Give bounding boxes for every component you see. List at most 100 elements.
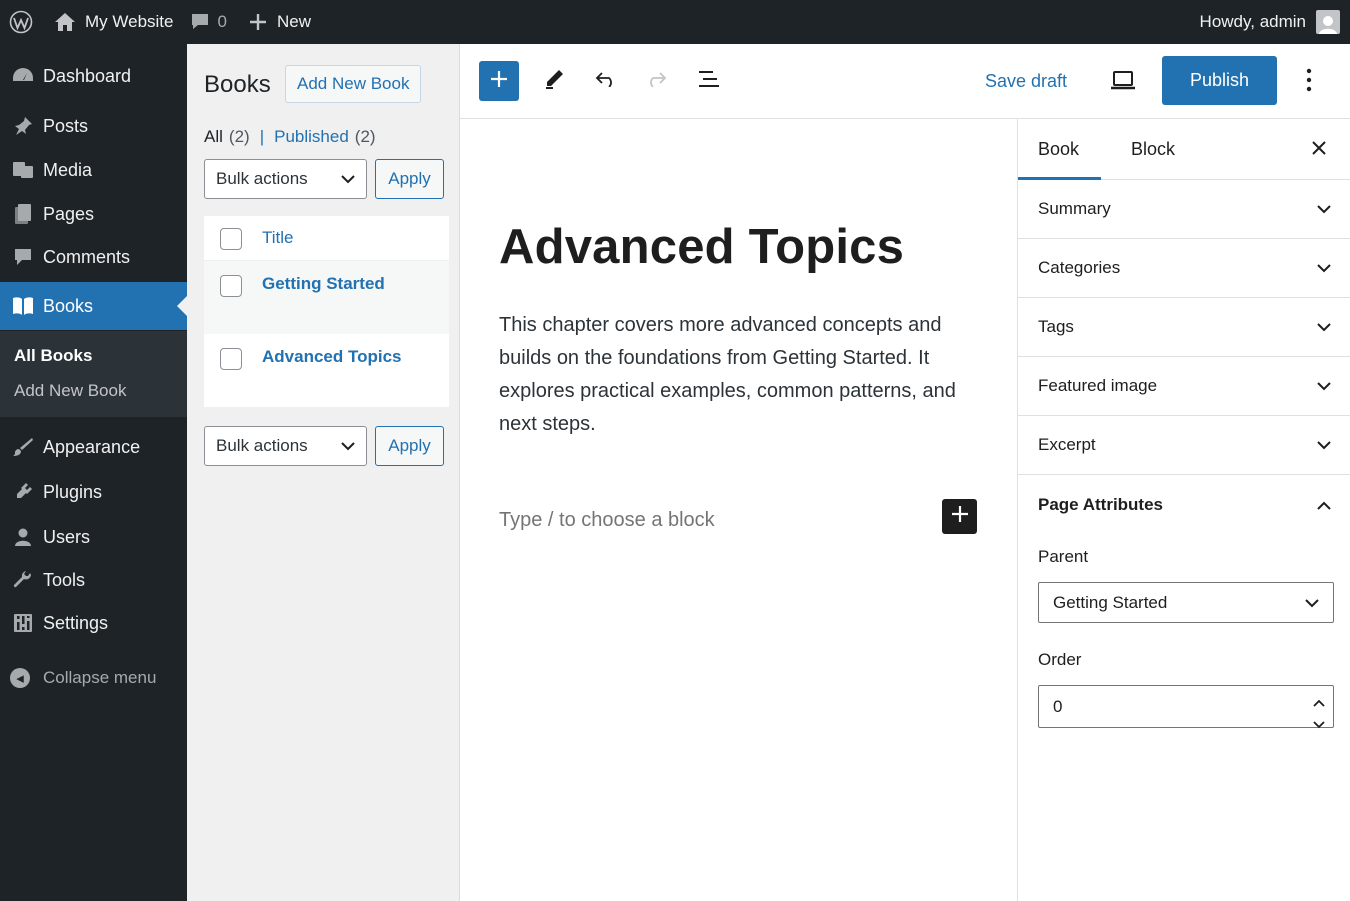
pages-icon: [0, 203, 43, 225]
user-icon: [0, 527, 43, 547]
panel-tags[interactable]: Tags: [1018, 298, 1350, 357]
panel-title: Summary: [1038, 199, 1111, 218]
panel-excerpt[interactable]: Excerpt: [1018, 416, 1350, 475]
list-view-icon: [697, 70, 721, 93]
site-name-link[interactable]: My Website: [46, 0, 182, 44]
books-table: Title Getting Started Advanced Topics: [204, 216, 449, 407]
menu-item-books[interactable]: Books: [0, 282, 187, 330]
menu-item-tools[interactable]: Tools: [0, 558, 187, 602]
panel-title: Excerpt: [1038, 435, 1096, 454]
new-content-link[interactable]: New: [241, 0, 319, 44]
greeting: Howdy, admin: [1199, 12, 1306, 31]
number-spinner[interactable]: [1313, 692, 1325, 734]
menu-label: Media: [43, 159, 93, 180]
edit-tools-button[interactable]: [539, 66, 569, 96]
menu-item-comments[interactable]: Comments: [0, 235, 187, 279]
panel-title: Page Attributes: [1038, 494, 1164, 514]
parent-select[interactable]: Getting Started: [1038, 582, 1334, 623]
view-filters: All (2) | Published (2): [204, 127, 376, 147]
comment-bubble-icon: [190, 13, 210, 31]
order-input[interactable]: 0: [1038, 685, 1334, 729]
document-overview-button[interactable]: [694, 66, 724, 96]
undo-icon: [595, 71, 617, 92]
select-all-checkbox[interactable]: [220, 228, 242, 250]
wordpress-logo-icon[interactable]: [0, 0, 42, 44]
row-title-link[interactable]: Getting Started: [262, 274, 385, 294]
menu-item-plugins[interactable]: Plugins: [0, 470, 187, 514]
menu-label: Plugins: [43, 481, 103, 502]
menu-item-media[interactable]: Media: [0, 148, 187, 192]
menu-item-users[interactable]: Users: [0, 515, 187, 559]
panel-page-attributes[interactable]: Page Attributes: [1018, 475, 1350, 534]
panel-summary[interactable]: Summary: [1018, 180, 1350, 239]
menu-item-pages[interactable]: Pages: [0, 192, 187, 236]
spin-up-icon[interactable]: [1313, 692, 1325, 712]
apply-button-top[interactable]: Apply: [375, 159, 444, 199]
editor-toolbar: Save draft Publish: [460, 44, 1350, 119]
tab-book[interactable]: Book: [1018, 119, 1101, 180]
submenu-all-books[interactable]: All Books: [14, 346, 92, 366]
row-title-link[interactable]: Advanced Topics: [262, 347, 402, 367]
view-all-link[interactable]: All: [204, 127, 223, 147]
menu-label: Posts: [43, 115, 89, 136]
menu-item-posts[interactable]: Posts: [0, 104, 187, 148]
submenu-add-new-book[interactable]: Add New Book: [14, 381, 126, 401]
chevron-down-icon: [1317, 199, 1331, 219]
undo-button[interactable]: [591, 66, 621, 96]
menu-item-appearance[interactable]: Appearance: [0, 425, 187, 469]
redo-icon: [645, 71, 667, 92]
comments-link[interactable]: 0: [182, 0, 235, 44]
row-checkbox[interactable]: [220, 348, 242, 370]
parent-label: Parent: [1038, 547, 1089, 566]
add-block-button[interactable]: [942, 499, 977, 534]
collapse-label: Collapse menu: [43, 668, 157, 687]
admin-menu: Dashboard Posts Media Pages Comments Boo…: [0, 44, 187, 901]
pin-icon: [0, 116, 43, 136]
apply-button-bottom[interactable]: Apply: [375, 426, 444, 466]
redo-button[interactable]: [641, 66, 671, 96]
more-vertical-icon: [1306, 68, 1312, 96]
panel-title: Tags: [1038, 317, 1074, 336]
menu-label: Tools: [43, 569, 86, 590]
settings-sidebar: Book Block Summary Categories Tags Featu…: [1017, 119, 1350, 901]
bulk-actions-select-top[interactable]: Bulk actions: [204, 159, 367, 199]
chevron-up-icon: [1317, 495, 1331, 515]
spin-down-icon[interactable]: [1313, 714, 1325, 734]
chevron-down-icon: [341, 436, 355, 456]
order-value: 0: [1053, 696, 1063, 716]
save-draft-button[interactable]: Save draft: [985, 71, 1067, 92]
post-title[interactable]: Advanced Topics: [499, 219, 904, 275]
bulk-actions-select-bottom[interactable]: Bulk actions: [204, 426, 367, 466]
paragraph-block[interactable]: This chapter covers more advanced concep…: [499, 309, 989, 441]
menu-item-dashboard[interactable]: Dashboard: [0, 54, 187, 98]
publish-button[interactable]: Publish: [1162, 56, 1277, 105]
menu-item-settings[interactable]: Settings: [0, 601, 187, 645]
dashboard-icon: [0, 66, 43, 86]
editor-canvas: Advanced Topics This chapter covers more…: [460, 119, 1017, 901]
media-icon: [0, 160, 43, 180]
default-block-appender[interactable]: Type / to choose a block: [499, 509, 715, 532]
view-published-count: (2): [354, 127, 376, 146]
my-account-link[interactable]: Howdy, admin: [1192, 0, 1350, 44]
chevron-down-icon: [1317, 435, 1331, 455]
collapse-menu-button[interactable]: ◂ Collapse menu: [0, 660, 187, 696]
comment-icon: [0, 247, 43, 267]
view-published-link[interactable]: Published: [274, 127, 349, 147]
tab-block[interactable]: Block: [1111, 119, 1195, 180]
new-label: New: [276, 12, 311, 31]
panel-title: Categories: [1038, 258, 1121, 277]
block-inserter-button[interactable]: [479, 61, 519, 101]
admin-bar: My Website 0 New Howdy, admin: [0, 0, 1350, 44]
add-new-book-button[interactable]: Add New Book: [285, 65, 422, 103]
row-checkbox[interactable]: [220, 275, 242, 297]
collapse-arrow-icon: ◂: [10, 668, 30, 688]
books-list-panel: Books Add New Book All (2) | Published (…: [187, 44, 460, 901]
books-submenu: All Books Add New Book: [0, 331, 187, 417]
close-sidebar-button[interactable]: [1308, 137, 1330, 164]
preview-button[interactable]: [1110, 69, 1136, 96]
options-button[interactable]: [1306, 68, 1312, 97]
panel-categories[interactable]: Categories: [1018, 239, 1350, 298]
panel-featured-image[interactable]: Featured image: [1018, 357, 1350, 416]
column-title[interactable]: Title: [262, 228, 294, 248]
panel-title: Featured image: [1038, 376, 1158, 395]
